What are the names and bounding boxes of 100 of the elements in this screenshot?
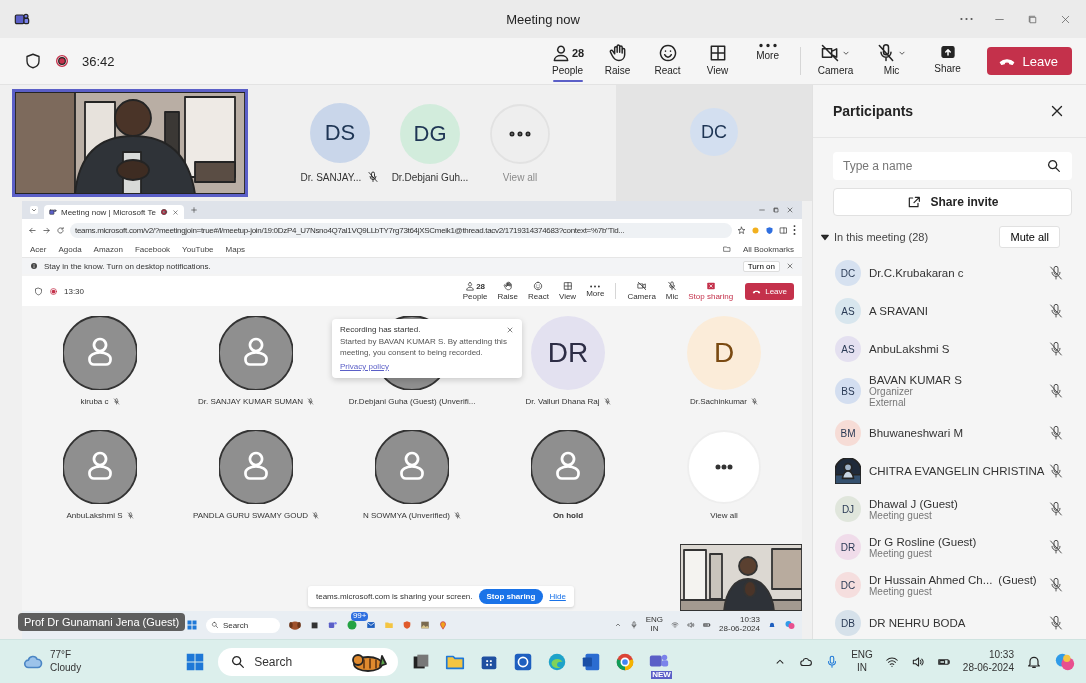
shield-icon[interactable] <box>765 225 774 235</box>
teams-icon[interactable] <box>327 620 338 630</box>
meeting-timer: 36:42 <box>82 53 115 69</box>
toolbar-button[interactable]: Stop sharing <box>686 281 736 301</box>
toolbar-button[interactable]: Mic <box>864 39 919 83</box>
participant-name: Dr. SANJAY KUMAR SUMAN <box>197 397 304 406</box>
hide-link[interactable]: Hide <box>549 592 566 601</box>
turn-on-button[interactable]: Turn on <box>742 260 780 272</box>
mic-off-icon[interactable] <box>1048 265 1064 281</box>
search-field[interactable]: Search <box>205 617 280 633</box>
chevron-icon[interactable] <box>613 621 622 629</box>
participant-name: CHITRA EVANGELIN CHRISTINA <box>869 465 1045 477</box>
bookmark[interactable]: Acer <box>30 244 47 254</box>
restore-icon[interactable] <box>772 206 780 214</box>
plus-icon[interactable] <box>189 206 198 214</box>
weather-text: Cloudy <box>50 661 82 674</box>
bookmark[interactable]: YouTube <box>182 244 214 254</box>
mic-off-icon[interactable] <box>1048 303 1064 319</box>
mic-off-icon[interactable] <box>1048 539 1064 555</box>
toolbar-button[interactable]: Camera <box>625 281 658 301</box>
stop-sharing-button[interactable]: Stop sharing <box>478 589 544 604</box>
stop-share-icon <box>705 281 716 291</box>
mic-off-icon[interactable] <box>1048 383 1064 399</box>
language-indicator[interactable]: ENG IN <box>851 649 873 674</box>
share-invite-button[interactable]: Share invite <box>833 188 1072 216</box>
window-icon[interactable] <box>309 620 320 630</box>
participant-name: AnbuLakshmi S <box>66 511 123 520</box>
search-field[interactable]: Type a name <box>833 152 1072 180</box>
participant-name: BAVAN KUMAR S <box>869 374 962 386</box>
privacy-link[interactable]: Privacy policy <box>340 361 389 371</box>
chat-icon[interactable] <box>345 619 358 631</box>
mail-icon[interactable] <box>365 620 376 630</box>
notice-text: Started by BAVAN KUMAR S. By attending this meeting, you consent to being recorded. <box>340 337 508 359</box>
leave-button[interactable]: Leave <box>745 282 794 300</box>
sidebar-icon[interactable] <box>779 225 788 235</box>
back-icon[interactable] <box>28 225 37 235</box>
toolbar-button[interactable]: Raise <box>495 281 521 301</box>
guest-tag: (Guest) <box>998 573 1037 586</box>
toolbar-button[interactable]: 28 People <box>460 281 490 301</box>
participant-name: kiruba c <box>80 397 109 406</box>
toolbar-button[interactable]: 28 People <box>543 39 592 83</box>
section-header[interactable]: In this meeting (28) <box>834 231 929 243</box>
forward-icon[interactable] <box>42 225 51 235</box>
hand-icon <box>502 281 513 291</box>
toolbar-button[interactable]: Camera <box>808 39 863 83</box>
mic-off-icon[interactable] <box>1048 425 1064 441</box>
avatar: DB <box>835 610 861 636</box>
shield-icon[interactable] <box>401 620 412 630</box>
mic-off-icon[interactable] <box>1048 501 1064 517</box>
clock[interactable]: 10:33 28-06-2024 <box>962 649 1014 674</box>
location-icon[interactable] <box>437 620 448 630</box>
toolbar-button[interactable]: More <box>743 39 792 83</box>
bookmark[interactable]: Maps <box>225 244 246 254</box>
avatar: DS <box>310 103 370 163</box>
search-icon <box>230 653 247 670</box>
folder-icon <box>722 245 731 253</box>
avatar: BS <box>835 378 861 404</box>
mic-off-icon[interactable] <box>1048 577 1064 593</box>
star-icon[interactable] <box>737 225 746 235</box>
speaker-caption: Prof Dr Gunamani Jena (Guest) <box>18 613 186 631</box>
toolbar-button[interactable]: View <box>556 281 579 301</box>
copilot-icon[interactable] <box>784 619 796 631</box>
share-icon <box>906 194 923 210</box>
search-icon <box>1046 158 1062 174</box>
panel-title: Participants <box>833 103 914 119</box>
leave-button[interactable]: Leave <box>986 47 1072 75</box>
avatar: DC <box>835 260 861 286</box>
windows-icon[interactable] <box>185 619 198 631</box>
caret-icon[interactable] <box>821 233 829 241</box>
volume-icon[interactable] <box>910 654 925 669</box>
toolbar-button[interactable]: Mic <box>663 281 681 301</box>
mute-all-button[interactable]: Mute all <box>999 226 1060 248</box>
bookmark[interactable]: Agoda <box>58 244 82 254</box>
participant-name: Dr G Rosline (Guest) <box>869 535 977 548</box>
all-bookmarks[interactable]: All Bookmarks <box>742 244 794 254</box>
mic-icon[interactable] <box>629 621 638 629</box>
language-indicator[interactable]: ENG IN <box>645 616 664 634</box>
clock[interactable]: 10:33 28-06-2024 <box>719 616 760 634</box>
toolbar-button[interactable]: View <box>693 39 742 83</box>
more-icon[interactable] <box>793 225 796 235</box>
mic-off-icon[interactable] <box>1048 341 1064 357</box>
more-icon[interactable] <box>960 17 973 21</box>
reload-icon[interactable] <box>56 225 65 235</box>
avatar: BM <box>835 420 861 446</box>
browser-tab[interactable]: Meeting now | Microsoft Te <box>44 205 184 219</box>
toolbar-button[interactable]: React <box>526 281 551 301</box>
bookmark[interactable]: Amazon <box>93 244 123 254</box>
bookmark[interactable]: Facebook <box>134 244 171 254</box>
mic-off-icon[interactable] <box>1048 615 1064 631</box>
toolbar-button[interactable]: Share <box>920 39 975 83</box>
avatar: DR <box>835 534 861 560</box>
chevron-icon[interactable] <box>30 206 38 214</box>
toolbar-button[interactable]: React <box>643 39 692 83</box>
notification-badge: 99+ <box>350 612 369 621</box>
toolbar-button[interactable]: Raise <box>593 39 642 83</box>
toolbar-button[interactable]: More <box>584 284 607 298</box>
search-field[interactable]: Search <box>218 647 399 676</box>
mic-off-icon[interactable] <box>1048 463 1064 479</box>
address-bar[interactable]: teams.microsoft.com/v2/?meetingjoin=true#/l/meetup-join/19:0DzP4_U7Nsno4Q7al1VQ9LLbTY7rg73t64jXSCmeik1@thread.tacv2/1719314374683?context=%7b"Tid... <box>70 222 732 238</box>
photos-icon[interactable] <box>419 620 430 630</box>
